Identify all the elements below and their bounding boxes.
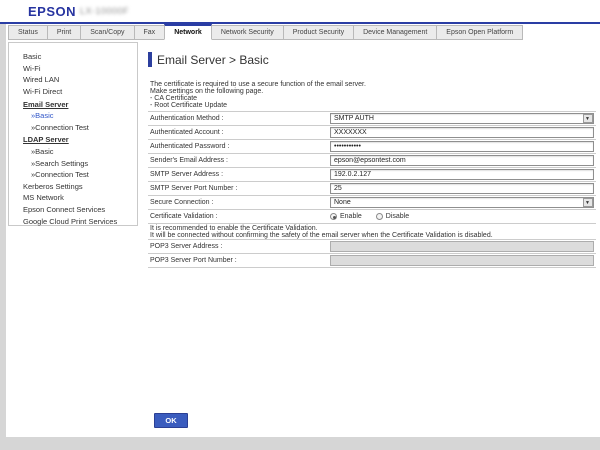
tab-device-management[interactable]: Device Management (353, 25, 437, 40)
certificate-validation-radio-group: Enable Disable (330, 213, 423, 220)
tab-scan-copy[interactable]: Scan/Copy (80, 25, 134, 40)
sidebar-item-kerberos-settings[interactable]: Kerberos Settings (9, 181, 137, 193)
sidebar-item-ms-network[interactable]: MS Network (9, 192, 137, 204)
note-line: It will be connected without confirming … (150, 232, 493, 239)
authenticated-account-input[interactable] (330, 127, 594, 138)
header: EPSON LX-10000F (0, 0, 600, 22)
authenticated-password-label: Authenticated Password : (148, 143, 330, 150)
senders-email-address-input[interactable] (330, 155, 594, 166)
form-row-authenticated-password: Authenticated Password : (148, 140, 596, 154)
title-accent-bar (148, 52, 152, 67)
form-row-senders-email-address: Sender's Email Address : (148, 154, 596, 168)
description-line: The certificate is required to use a sec… (150, 81, 366, 88)
pop3-server-address-input (330, 241, 594, 252)
smtp-server-port-number-input[interactable] (330, 183, 594, 194)
sidebar-item-ldap-search-settings[interactable]: »Search Settings (9, 157, 137, 169)
secure-connection-label: Secure Connection : (148, 199, 330, 206)
pop3-server-port-number-label: POP3 Server Port Number : (148, 257, 330, 264)
smtp-server-port-number-label: SMTP Server Port Number : (148, 185, 330, 192)
disable-radio-label: Disable (386, 213, 409, 220)
tab-network-security[interactable]: Network Security (211, 25, 284, 40)
tab-fax[interactable]: Fax (134, 25, 166, 40)
smtp-server-address-label: SMTP Server Address : (148, 171, 330, 178)
sidebar-item-wired-lan[interactable]: Wired LAN (9, 74, 137, 86)
form-row-secure-connection: Secure Connection : None ▼ (148, 196, 596, 210)
page-description: The certificate is required to use a sec… (150, 81, 366, 109)
sidebar-item-wifi-direct[interactable]: Wi-Fi Direct (9, 86, 137, 98)
tab-epson-open-platform[interactable]: Epson Open Platform (436, 25, 523, 40)
certificate-validation-disable-radio[interactable] (376, 213, 383, 220)
smtp-server-address-input[interactable] (330, 169, 594, 180)
sidebar-item-ldap-basic[interactable]: »Basic (9, 146, 137, 158)
page-title: Email Server > Basic (157, 53, 269, 67)
form-row-authentication-method: Authentication Method : SMTP AUTH ▼ (148, 112, 596, 126)
certificate-validation-enable-radio[interactable] (330, 213, 337, 220)
sidebar-item-epson-connect-services[interactable]: Epson Connect Services (9, 204, 137, 216)
authentication-method-select[interactable]: SMTP AUTH ▼ (330, 113, 594, 124)
note-line: It is recommended to enable the Certific… (150, 225, 493, 232)
authenticated-account-label: Authenticated Account : (148, 129, 330, 136)
ok-button[interactable]: OK (154, 413, 188, 428)
form-row-pop3-server-port-number: POP3 Server Port Number : (148, 254, 596, 268)
sidebar-item-ldap-connection-test[interactable]: »Connection Test (9, 169, 137, 181)
sidebar-item-email-server-connection-test[interactable]: »Connection Test (9, 122, 137, 134)
secure-connection-select[interactable]: None ▼ (330, 197, 594, 208)
tab-bar: Status Print Scan/Copy Fax Network Netwo… (0, 24, 600, 40)
selected-value: SMTP AUTH (331, 115, 374, 122)
pop3-server-port-number-input (330, 255, 594, 266)
description-line: - Root Certificate Update (150, 102, 366, 109)
sidebar-section-email-server[interactable]: Email Server (9, 98, 137, 110)
form-row-certificate-validation: Certificate Validation : Enable Disable (148, 210, 596, 224)
page-footer-bar (0, 437, 600, 450)
description-line: Make settings on the following page. (150, 88, 366, 95)
pop3-server-address-label: POP3 Server Address : (148, 243, 330, 250)
sidebar-nav: Basic Wi-Fi Wired LAN Wi-Fi Direct Email… (8, 42, 138, 226)
authenticated-password-input[interactable] (330, 141, 594, 152)
enable-radio-label: Enable (340, 213, 362, 220)
tab-status[interactable]: Status (8, 25, 48, 40)
email-server-form: Authentication Method : SMTP AUTH ▼ Auth… (148, 111, 596, 224)
chevron-down-icon[interactable]: ▼ (583, 198, 593, 207)
form-row-authenticated-account: Authenticated Account : (148, 126, 596, 140)
sidebar-section-ldap-server[interactable]: LDAP Server (9, 134, 137, 146)
sidebar-item-basic[interactable]: Basic (9, 51, 137, 63)
pop3-form: POP3 Server Address : POP3 Server Port N… (148, 239, 596, 268)
selected-value: None (331, 199, 351, 206)
tab-product-security[interactable]: Product Security (283, 25, 354, 40)
sidebar-item-google-cloud-print-services[interactable]: Google Cloud Print Services (9, 215, 137, 227)
form-row-pop3-server-address: POP3 Server Address : (148, 240, 596, 254)
tab-network[interactable]: Network (164, 24, 212, 40)
certificate-validation-label: Certificate Validation : (148, 213, 330, 220)
description-line: - CA Certificate (150, 95, 366, 102)
epson-logo: EPSON (28, 4, 76, 19)
model-name: LX-10000F (80, 6, 129, 16)
certificate-validation-note: It is recommended to enable the Certific… (150, 225, 493, 239)
sidebar-item-wifi[interactable]: Wi-Fi (9, 63, 137, 75)
senders-email-address-label: Sender's Email Address : (148, 157, 330, 164)
sidebar-item-email-server-basic[interactable]: »Basic (9, 110, 137, 122)
page-left-margin (0, 24, 6, 450)
form-row-smtp-server-port-number: SMTP Server Port Number : (148, 182, 596, 196)
authentication-method-label: Authentication Method : (148, 115, 330, 122)
tab-print[interactable]: Print (47, 25, 81, 40)
form-row-smtp-server-address: SMTP Server Address : (148, 168, 596, 182)
chevron-down-icon[interactable]: ▼ (583, 114, 593, 123)
